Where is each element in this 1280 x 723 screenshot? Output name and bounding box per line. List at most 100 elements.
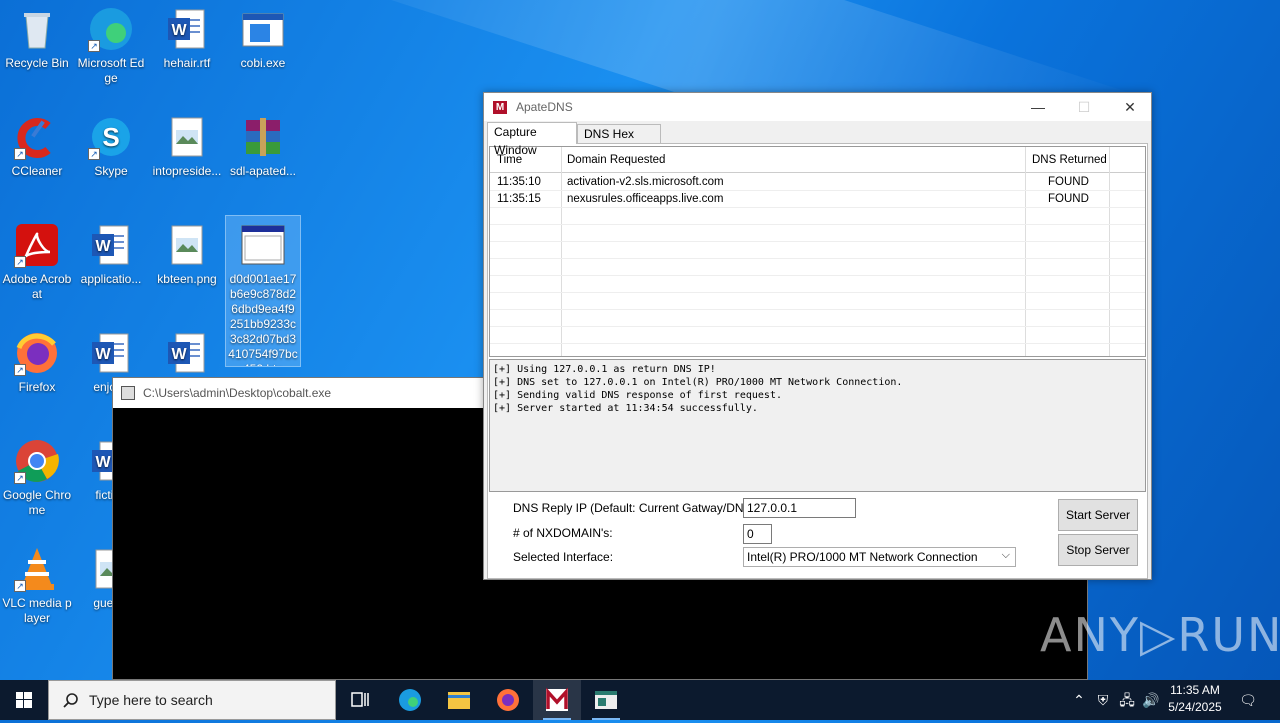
mandiant-logo-icon bbox=[546, 687, 568, 711]
row-domain: activation-v2.sls.microsoft.com bbox=[567, 176, 724, 188]
desktop-icon[interactable]: Recycle Bin bbox=[0, 0, 74, 71]
chrome-icon: ↗ bbox=[14, 438, 60, 484]
svg-text:W: W bbox=[171, 22, 187, 39]
windows-logo-icon bbox=[16, 692, 32, 708]
shortcut-arrow-icon: ↗ bbox=[14, 364, 26, 376]
desktop-icon-label: Recycle Bin bbox=[5, 56, 69, 70]
desktop-icon-label: CCleaner bbox=[11, 164, 63, 178]
desktop-icon[interactable]: W bbox=[150, 324, 224, 380]
desktop-icon[interactable]: ↗ CCleaner bbox=[0, 108, 74, 179]
desktop-icon-label: applicatio... bbox=[80, 272, 142, 286]
notification-icon: 🗨 bbox=[1239, 692, 1257, 708]
ccleaner-icon: ↗ bbox=[14, 114, 60, 160]
task-view-button[interactable] bbox=[336, 680, 384, 720]
desktop-icon[interactable]: cobi.exe bbox=[226, 0, 300, 71]
column-header-domain[interactable]: Domain Requested bbox=[567, 154, 665, 166]
log-output[interactable]: [+] Using 127.0.0.1 as return DNS IP! [+]… bbox=[489, 359, 1146, 492]
desktop-icon-label: intopreside... bbox=[152, 164, 222, 178]
recycle-bin-icon bbox=[14, 6, 60, 52]
desktop-icon-label: Firefox bbox=[18, 380, 56, 394]
volume-icon[interactable]: 🔊 bbox=[1140, 680, 1162, 720]
anyrun-watermark: ANY▷RUN bbox=[1040, 608, 1280, 662]
defender-icon[interactable]: ⛨ bbox=[1092, 680, 1114, 720]
desktop-icon-label: Skype bbox=[94, 164, 128, 178]
shortcut-arrow-icon: ↗ bbox=[14, 580, 26, 592]
taskbar-console[interactable] bbox=[582, 680, 630, 720]
shortcut-arrow-icon: ↗ bbox=[14, 256, 26, 268]
row-domain: nexusrules.officeapps.live.com bbox=[567, 193, 724, 205]
edge-icon: ↗ bbox=[88, 6, 134, 52]
selected-interface-label: Selected Interface: bbox=[513, 550, 614, 564]
edge-icon bbox=[399, 689, 421, 711]
start-button[interactable] bbox=[0, 680, 48, 720]
desktop-icon[interactable]: ↗ Google Chrome bbox=[0, 432, 74, 518]
firefox-icon bbox=[497, 689, 519, 711]
tab-dns-hex-view[interactable]: DNS Hex View bbox=[577, 124, 661, 159]
interface-select[interactable]: Intel(R) PRO/1000 MT Network Connection … bbox=[743, 547, 1016, 567]
network-icon[interactable]: 🖧 bbox=[1116, 680, 1138, 720]
show-hidden-icons-button[interactable]: ⌃ bbox=[1068, 680, 1090, 720]
row-time: 11:35:10 bbox=[497, 176, 541, 188]
log-line: [+] DNS set to 127.0.0.1 on Intel(R) PRO… bbox=[493, 377, 903, 388]
tab-capture-window[interactable]: Capture Window bbox=[487, 122, 577, 157]
word-document-icon: W bbox=[164, 330, 210, 376]
desktop-icon-label: Adobe Acrobat bbox=[2, 272, 72, 301]
word-document-icon: W bbox=[88, 222, 134, 268]
taskbar-file-explorer[interactable] bbox=[435, 680, 483, 720]
apatedns-title: ApateDNS bbox=[516, 100, 573, 114]
desktop-icon-label: Microsoft Edge bbox=[77, 56, 145, 85]
shortcut-arrow-icon: ↗ bbox=[14, 148, 26, 160]
taskbar-clock[interactable]: 11:35 AM 5/24/2025 bbox=[1160, 682, 1230, 716]
svg-text:W: W bbox=[171, 346, 187, 363]
desktop-icon[interactable]: d0d001ae17b6e9c878d26dbd9ea4f9251bb9233c… bbox=[225, 215, 301, 367]
log-line: [+] Server started at 11:34:54 successfu… bbox=[493, 403, 758, 414]
search-icon bbox=[63, 693, 78, 708]
desktop-icon[interactable]: ↗ Firefox bbox=[0, 324, 74, 395]
stop-server-button[interactable]: Stop Server bbox=[1058, 534, 1138, 566]
maximize-button[interactable]: ☐ bbox=[1061, 93, 1107, 121]
svg-text:W: W bbox=[95, 238, 111, 255]
taskbar-apatedns[interactable] bbox=[533, 680, 581, 720]
firefox-icon: ↗ bbox=[14, 330, 60, 376]
hta-file-icon bbox=[240, 222, 286, 268]
taskbar-edge[interactable] bbox=[386, 680, 434, 720]
desktop-icon[interactable]: intopreside... bbox=[150, 108, 224, 179]
nxdomain-label: # of NXDOMAIN's: bbox=[513, 526, 613, 540]
nxdomain-input[interactable]: 0 bbox=[743, 524, 772, 544]
shortcut-arrow-icon: ↗ bbox=[88, 148, 100, 160]
skype-icon: S ↗ bbox=[88, 114, 134, 160]
mandiant-logo-icon: M bbox=[493, 101, 507, 114]
apatedns-window[interactable]: M ApateDNS — ☐ ✕ Capture Window DNS Hex … bbox=[483, 92, 1152, 580]
desktop-icon-label: d0d001ae17b6e9c878d26dbd9ea4f9251bb9233c… bbox=[228, 272, 298, 366]
column-header-dns-returned[interactable]: DNS Returned bbox=[1032, 154, 1107, 166]
desktop-icon[interactable]: Wapplicatio... bbox=[74, 216, 148, 287]
desktop-icon[interactable]: ↗ VLC media player bbox=[0, 540, 74, 626]
task-view-icon bbox=[351, 692, 369, 707]
desktop-icon[interactable]: ↗ Adobe Acrobat bbox=[0, 216, 74, 302]
shortcut-arrow-icon: ↗ bbox=[88, 40, 100, 52]
desktop-icon[interactable]: ↗ Microsoft Edge bbox=[74, 0, 148, 86]
apatedns-title-bar[interactable]: M ApateDNS — ☐ ✕ bbox=[484, 93, 1151, 121]
minimize-button[interactable]: — bbox=[1015, 93, 1061, 121]
start-server-button[interactable]: Start Server bbox=[1058, 499, 1138, 531]
dns-reply-ip-input[interactable]: 127.0.0.1 bbox=[743, 498, 856, 518]
svg-text:W: W bbox=[95, 454, 111, 471]
desktop-icon-label: Google Chrome bbox=[2, 488, 72, 517]
desktop-icon[interactable]: Whehair.rtf bbox=[150, 0, 224, 71]
svg-text:W: W bbox=[95, 346, 111, 363]
log-line: [+] Sending valid DNS response of first … bbox=[493, 390, 782, 401]
desktop-icon[interactable]: sdl-apated... bbox=[226, 108, 300, 179]
desktop-icon[interactable]: kbteen.png bbox=[150, 216, 224, 287]
taskbar-search-box[interactable]: Type here to search bbox=[48, 680, 336, 720]
close-button[interactable]: ✕ bbox=[1107, 93, 1153, 121]
shortcut-arrow-icon: ↗ bbox=[14, 472, 26, 484]
acrobat-icon: ↗ bbox=[14, 222, 60, 268]
clock-time: 11:35 AM bbox=[1170, 683, 1220, 697]
taskbar-firefox[interactable] bbox=[484, 680, 532, 720]
log-line: [+] Using 127.0.0.1 as return DNS IP! bbox=[493, 364, 716, 375]
table-header: Time Domain Requested DNS Returned bbox=[490, 147, 1145, 173]
desktop-icon[interactable]: S ↗ Skype bbox=[74, 108, 148, 179]
exe-file-icon bbox=[240, 6, 286, 52]
notification-center-button[interactable]: 🗨 bbox=[1234, 680, 1262, 720]
capture-panel: Time Domain Requested DNS Returned 11:35… bbox=[487, 143, 1148, 579]
